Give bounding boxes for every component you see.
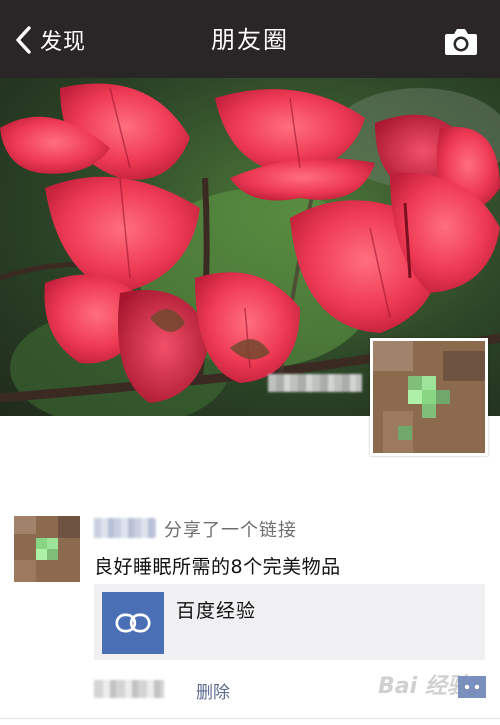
delete-button[interactable]: 删除 <box>196 678 230 703</box>
comment-button[interactable] <box>458 676 486 698</box>
post-time-pixelated <box>94 680 164 698</box>
watermark: Bai 经验 <box>378 674 469 699</box>
post-content: 良好睡眠所需的8个完美物品 <box>94 556 341 578</box>
link-icon <box>102 592 164 654</box>
nav-bar: 发现 朋友圈 <box>0 0 500 78</box>
share-action-text: 分享了一个链接 <box>164 520 297 541</box>
post-author-avatar[interactable] <box>14 516 80 582</box>
profile-avatar[interactable] <box>370 338 488 456</box>
camera-icon <box>445 29 477 55</box>
post-author-name-pixelated[interactable] <box>94 518 156 538</box>
link-title: 百度经验 <box>176 600 257 622</box>
camera-button[interactable] <box>444 26 478 56</box>
comment-icon <box>464 684 480 690</box>
user-name-pixelated <box>268 374 362 392</box>
page-title: 朋友圈 <box>211 26 289 54</box>
avatar-image <box>14 516 80 582</box>
divider <box>0 718 500 719</box>
shared-link-card[interactable]: 百度经验 <box>94 584 485 660</box>
avatar-image <box>373 341 485 453</box>
